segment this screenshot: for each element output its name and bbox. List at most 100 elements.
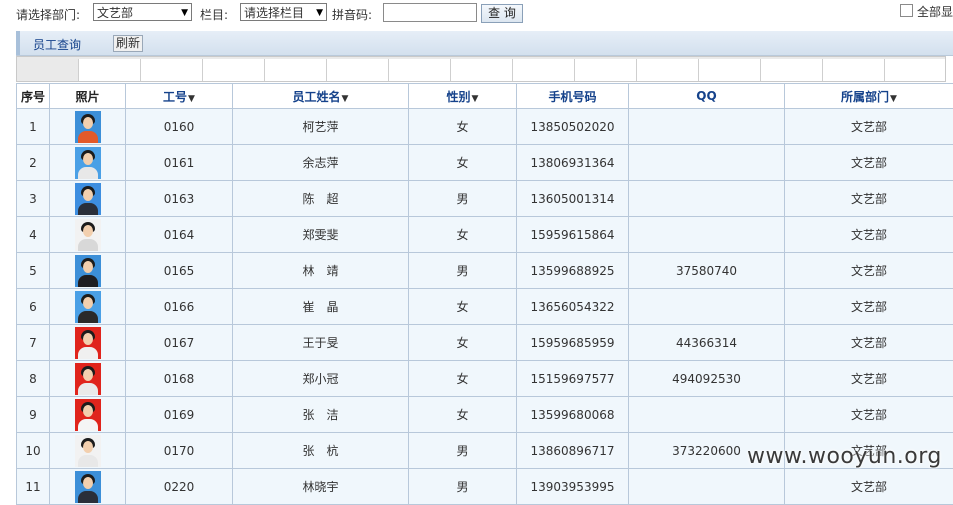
refresh-button[interactable]: 刷新 [113,35,143,52]
tab-marker [16,31,20,55]
employee-photo [75,147,101,179]
col-header-gender[interactable]: 性别▼ [409,84,517,109]
filter-cell[interactable] [78,59,140,81]
dropdown-arrow-icon: ▼ [316,4,323,22]
photo-face [83,477,93,489]
filter-cell[interactable] [698,59,760,81]
table-row[interactable]: 60166崔 晶女13656054322文艺部 [17,289,953,325]
cell-qq [629,289,785,325]
cell-name: 郑小冠 [233,361,409,397]
photo-body [78,347,98,359]
employee-photo [75,183,101,215]
filter-cell[interactable] [512,59,574,81]
watermark: www.wooyun.org [747,444,942,469]
filter-cell[interactable] [884,59,945,81]
photo-face [83,441,93,453]
pinyin-label: 拼音码: [332,6,372,23]
cell-id: 0163 [126,181,233,217]
table-row[interactable]: 30163陈 超男13605001314文艺部 [17,181,953,217]
show-all-label: 全部显 [917,5,953,19]
photo-face [83,153,93,165]
col-header-name[interactable]: 员工姓名▼ [233,84,409,109]
cell-id: 0161 [126,145,233,181]
cell-gender: 女 [409,289,517,325]
filter-cell[interactable] [140,59,202,81]
table-row[interactable]: 20161余志萍女13806931364文艺部 [17,145,953,181]
cell-id: 0166 [126,289,233,325]
employee-photo [75,111,101,143]
cell-dept: 文艺部 [785,289,953,325]
cell-photo [50,433,126,469]
col-header-photo: 照片 [50,84,126,109]
cell-name: 张 杭 [233,433,409,469]
cell-phone: 13605001314 [517,181,629,217]
cell-phone: 13903953995 [517,469,629,505]
cell-name: 陈 超 [233,181,409,217]
table-header-row: 序号 照片 工号▼ 员工姓名▼ 性别▼ 手机号码 QQ 所属部门▼ [17,84,953,109]
cell-phone: 13850502020 [517,109,629,145]
photo-body [78,383,98,395]
checkbox-box[interactable] [900,4,913,17]
cell-id: 0165 [126,253,233,289]
sort-down-icon: ▼ [342,94,349,104]
cell-dept: 文艺部 [785,109,953,145]
cell-phone: 13599688925 [517,253,629,289]
table-row[interactable]: 70167王于旻女1595968595944366314文艺部 [17,325,953,361]
table-row[interactable]: 50165林 靖男1359968892537580740文艺部 [17,253,953,289]
photo-face [83,225,93,237]
cell-name: 林晓宇 [233,469,409,505]
photo-face [83,189,93,201]
employee-photo [75,327,101,359]
column-select[interactable]: 请选择栏目 ▼ [240,3,327,21]
filter-cell[interactable] [202,59,264,81]
photo-face [83,297,93,309]
cell-no: 6 [17,289,50,325]
dropdown-arrow-icon: ▼ [181,4,188,22]
dept-select[interactable]: 文艺部 ▼ [93,3,192,21]
cell-phone: 13806931364 [517,145,629,181]
filter-cell[interactable] [574,59,636,81]
cell-qq [629,217,785,253]
photo-face [83,405,93,417]
table-row[interactable]: 80168郑小冠女15159697577494092530文艺部 [17,361,953,397]
table-row[interactable]: 10160柯艺萍女13850502020文艺部 [17,109,953,145]
filter-cell[interactable] [636,59,698,81]
table-row[interactable]: 40164郑雯斐女15959615864文艺部 [17,217,953,253]
filter-cell[interactable] [264,59,326,81]
cell-photo [50,469,126,505]
cell-qq [629,109,785,145]
table-row[interactable]: 110220林晓宇男13903953995文艺部 [17,469,953,505]
cell-phone: 13860896717 [517,433,629,469]
cell-photo [50,361,126,397]
tab-employee-query[interactable]: 员工查询 [33,36,81,53]
cell-qq [629,397,785,433]
cell-id: 0170 [126,433,233,469]
cell-gender: 女 [409,109,517,145]
search-toolbar: 请选择部门: 文艺部 ▼ 栏目: 请选择栏目 ▼ 拼音码: 查 询 全部显 [0,0,953,28]
cell-photo [50,253,126,289]
show-all-checkbox[interactable]: 全部显 [900,3,953,20]
cell-gender: 男 [409,433,517,469]
search-button[interactable]: 查 询 [481,4,523,23]
col-header-id[interactable]: 工号▼ [126,84,233,109]
employee-photo [75,435,101,467]
cell-id: 0220 [126,469,233,505]
column-filter-row [16,56,946,82]
cell-phone: 15159697577 [517,361,629,397]
cell-no: 5 [17,253,50,289]
filter-cell[interactable] [760,59,822,81]
filter-cell[interactable] [450,59,512,81]
cell-no: 4 [17,217,50,253]
cell-photo [50,325,126,361]
pinyin-input[interactable] [383,3,477,22]
col-header-phone: 手机号码 [517,84,629,109]
filter-cell[interactable] [388,59,450,81]
table-row[interactable]: 90169张 洁女13599680068文艺部 [17,397,953,433]
cell-dept: 文艺部 [785,253,953,289]
filter-cell[interactable] [822,59,884,81]
photo-body [78,167,98,179]
cell-name: 王于旻 [233,325,409,361]
filter-cell[interactable] [326,59,388,81]
photo-body [78,203,98,215]
col-header-dept[interactable]: 所属部门▼ [785,84,953,109]
